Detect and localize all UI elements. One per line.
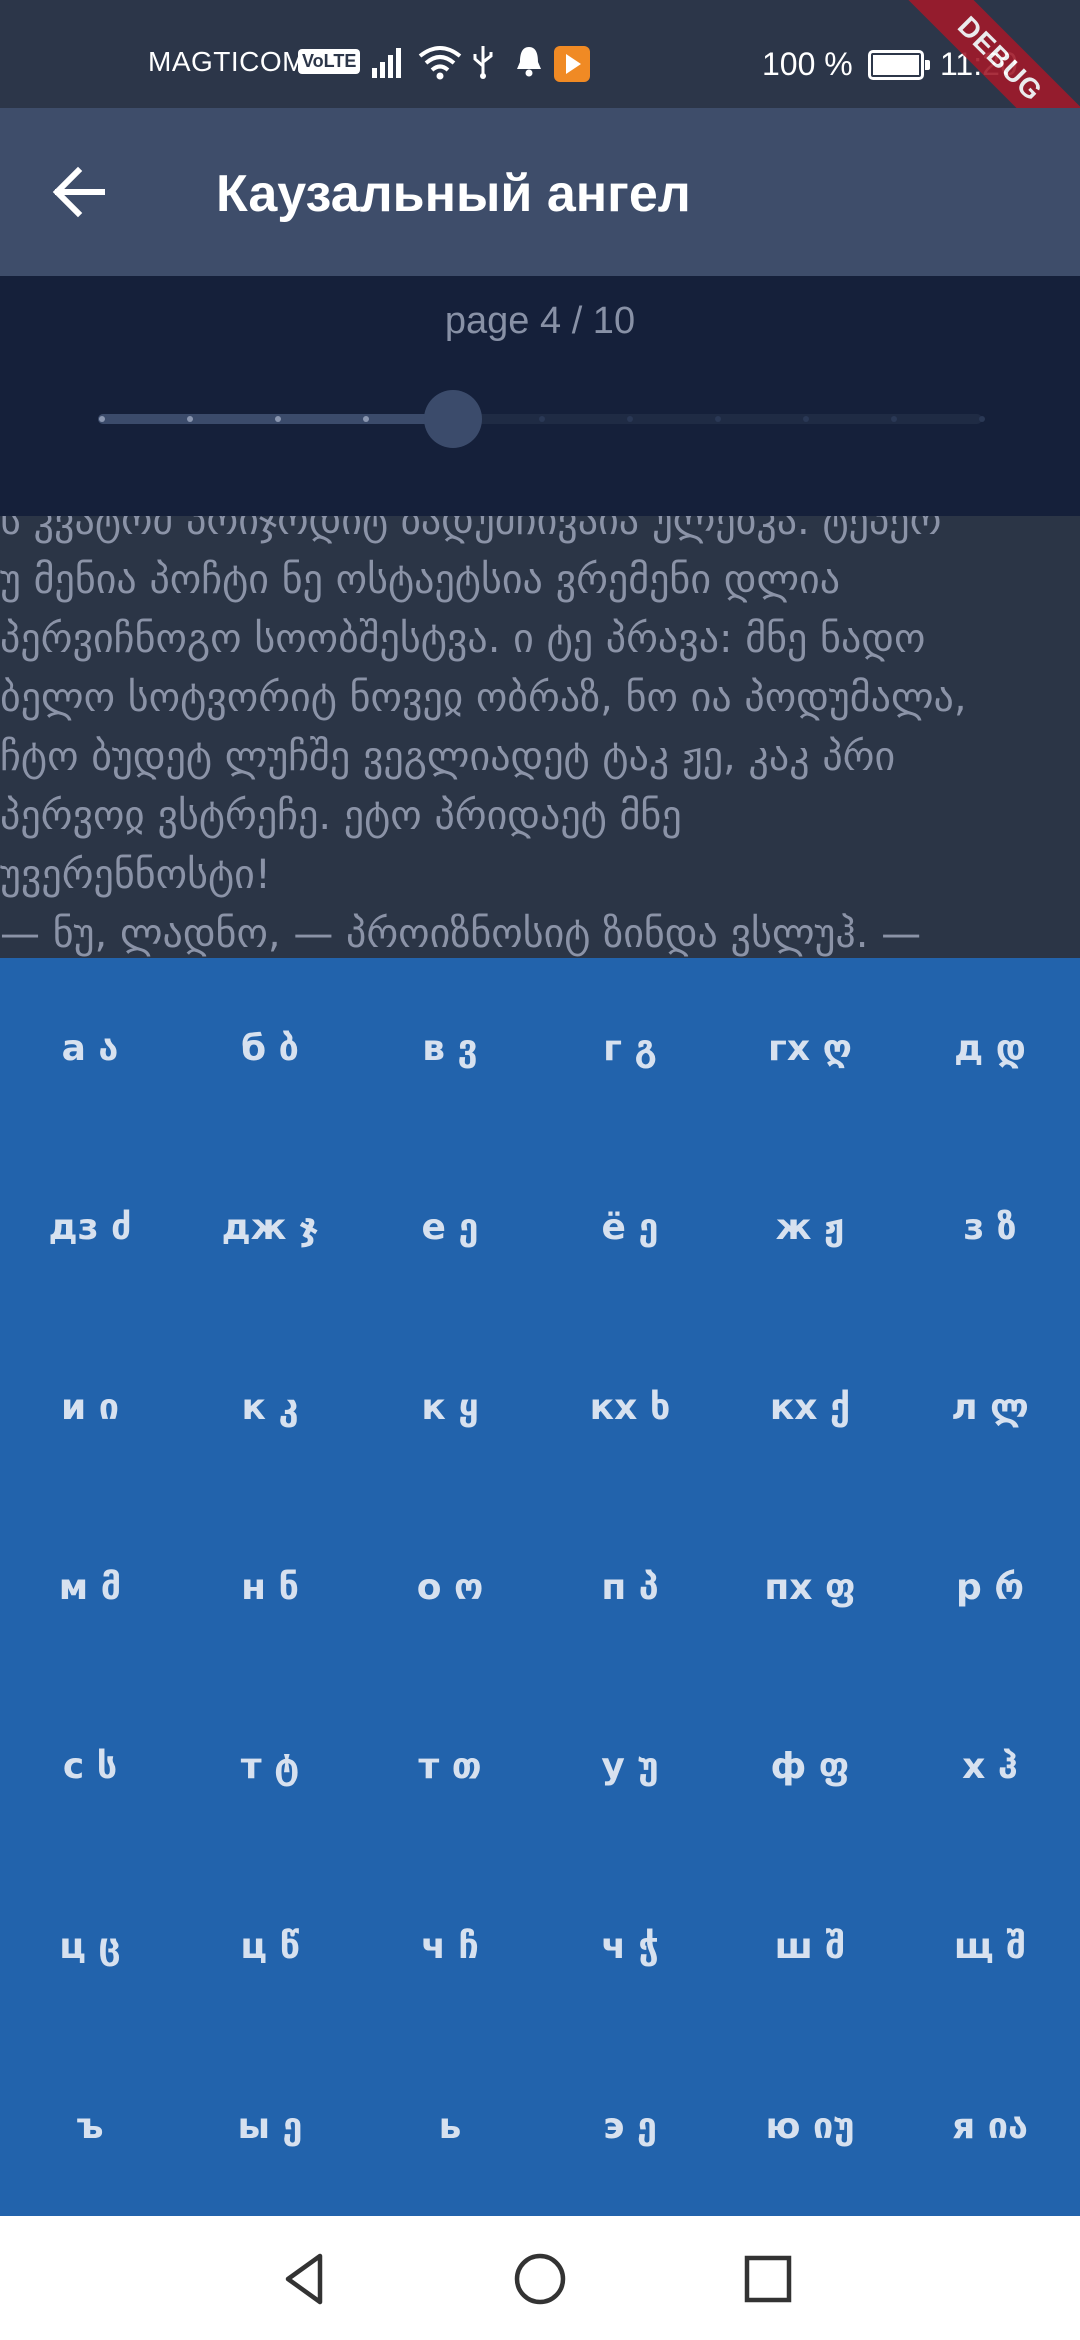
usb-icon [473,46,493,79]
keyboard-key[interactable]: м მ [0,1497,180,1677]
slider-tick [891,416,897,422]
volte-badge: VoLTE [298,49,361,74]
wifi-icon [418,46,462,80]
slider-tick [803,416,809,422]
battery-icon [868,50,930,80]
keyboard-key[interactable]: кх ხ [540,1317,720,1497]
keyboard-key[interactable]: х ჰ [900,1677,1080,1857]
bell-icon [517,47,541,77]
keyboard-key[interactable]: к ყ [360,1317,540,1497]
transliterated-text: ს კვატოძ პრიჯოდიტ ზადუმჩივაია ულებკა. ტე… [0,516,967,957]
keyboard-key[interactable]: к კ [180,1317,360,1497]
keyboard-key[interactable]: т თ [360,1677,540,1857]
slider-tick [363,416,369,422]
battery-percentage: 100 % [762,46,853,82]
page-slider-thumb[interactable] [424,390,482,448]
keyboard-key[interactable]: гх ღ [720,958,900,1138]
keyboard-key[interactable]: е ე [360,1138,540,1318]
status-bar: MAGTICOM VoLTE 100 % 11:20 [0,0,1080,108]
keyboard-key[interactable]: ж ჟ [720,1138,900,1318]
keyboard-key[interactable]: т ტ [180,1677,360,1857]
keyboard-key[interactable]: ё ე [540,1138,720,1318]
reader-text-area[interactable]: ს კვატოძ პრიჯოდიტ ზადუმჩივაია ულებკა. ტე… [0,516,1080,958]
slider-tick [539,416,545,422]
triangle-back-icon[interactable] [270,2244,340,2314]
keyboard-key[interactable]: э ე [540,2036,720,2216]
keyboard-key[interactable]: я ია [900,2036,1080,2216]
keyboard-key[interactable]: ь [360,2036,540,2216]
transliteration-keyboard: а აб ბв ვг გ гх ღд დ дз ძ дж ჯе ეё ეж ჟз ზ и… [0,958,1080,2216]
slider-tick [627,416,633,422]
keyboard-key[interactable]: г გ [540,958,720,1138]
slider-tick [979,416,985,422]
keyboard-key[interactable]: ч ჩ [360,1857,540,2037]
play-notification-icon [554,46,590,82]
keyboard-key[interactable]: ъ [0,2036,180,2216]
keyboard-key[interactable]: в ვ [360,958,540,1138]
back-button[interactable] [40,152,120,232]
keyboard-key[interactable]: дз ძ [0,1138,180,1318]
keyboard-key[interactable]: ц ც [0,1857,180,2037]
app-bar: Каузальный ангел [0,108,1080,276]
slider-tick [187,416,193,422]
keyboard-key[interactable]: у უ [540,1677,720,1857]
keyboard-key[interactable]: б ბ [180,958,360,1138]
keyboard-key[interactable]: л ლ [900,1317,1080,1497]
carrier-name: MAGTICOM [148,46,306,77]
slider-tick [275,416,281,422]
arrow-left-icon [52,166,105,218]
keyboard-key[interactable]: ф ფ [720,1677,900,1857]
keyboard-key[interactable]: ц წ [180,1857,360,2037]
circle-home-icon[interactable] [505,2244,575,2314]
keyboard-key[interactable]: д დ [900,958,1080,1138]
page-title: Каузальный ангел [216,165,691,223]
keyboard-key[interactable]: ю იუ [720,2036,900,2216]
keyboard-key[interactable]: р რ [900,1497,1080,1677]
keyboard-key[interactable]: щ შ [900,1857,1080,2037]
keyboard-key[interactable]: с ს [0,1677,180,1857]
keyboard-key[interactable]: ы ე [180,2036,360,2216]
square-recents-icon[interactable] [733,2244,803,2314]
keyboard-key[interactable]: кх ქ [720,1317,900,1497]
keyboard-key[interactable]: з ზ [900,1138,1080,1318]
page-indicator: page 4 / 10 [444,300,636,342]
signal-icon [372,48,401,78]
keyboard-key[interactable]: о ო [360,1497,540,1677]
keyboard-key[interactable]: ш შ [720,1857,900,2037]
keyboard-key[interactable]: дж ჯ [180,1138,360,1318]
slider-tick [715,416,721,422]
keyboard-key[interactable]: н ნ [180,1497,360,1677]
keyboard-key[interactable]: а ა [0,958,180,1138]
keyboard-key[interactable]: пх ფ [720,1497,900,1677]
system-navigation-bar [0,2216,1080,2340]
keyboard-key[interactable]: ч ჭ [540,1857,720,2037]
keyboard-key[interactable]: и ი [0,1317,180,1497]
keyboard-key[interactable]: п პ [540,1497,720,1677]
slider-tick [99,416,105,422]
